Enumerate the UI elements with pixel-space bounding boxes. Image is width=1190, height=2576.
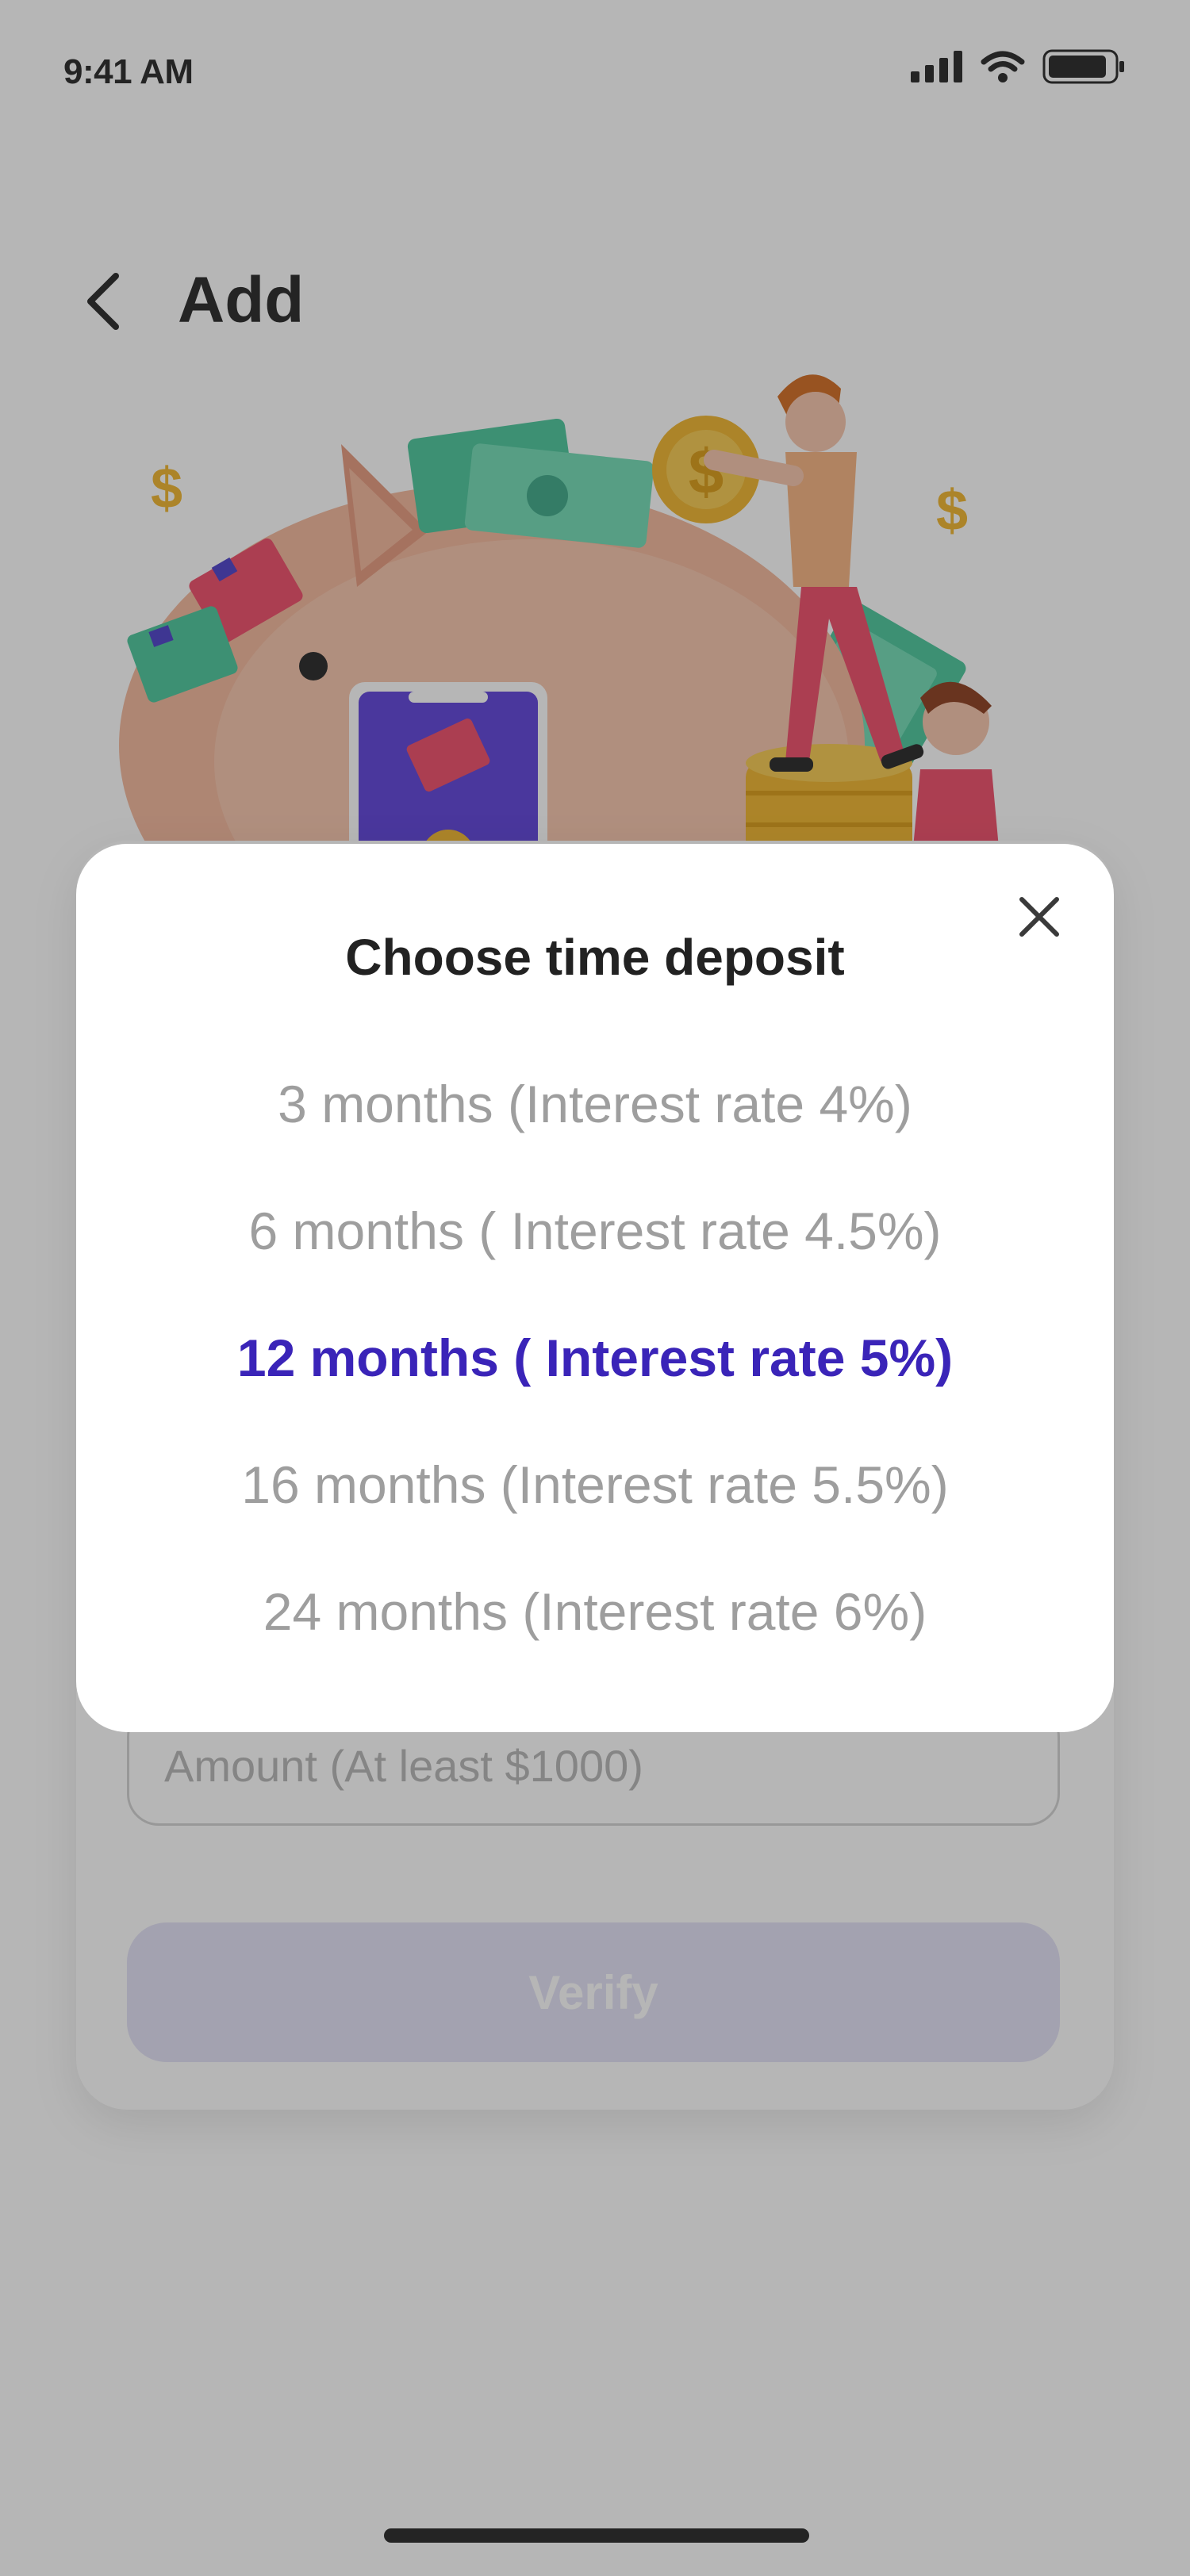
option-6-months[interactable]: 6 months ( Interest rate 4.5%) [76,1201,1114,1261]
time-deposit-modal: Choose time deposit 3 months (Interest r… [76,844,1114,1732]
option-24-months[interactable]: 24 months (Interest rate 6%) [76,1581,1114,1642]
add-deposit-screen: 9:41 AM Add $ $ $ Amount (At least $1000… [0,0,1190,2576]
option-16-months[interactable]: 16 months (Interest rate 5.5%) [76,1455,1114,1515]
option-12-months[interactable]: 12 months ( Interest rate 5%) [76,1328,1114,1388]
option-3-months[interactable]: 3 months (Interest rate 4%) [76,1074,1114,1134]
modal-title: Choose time deposit [345,929,845,986]
